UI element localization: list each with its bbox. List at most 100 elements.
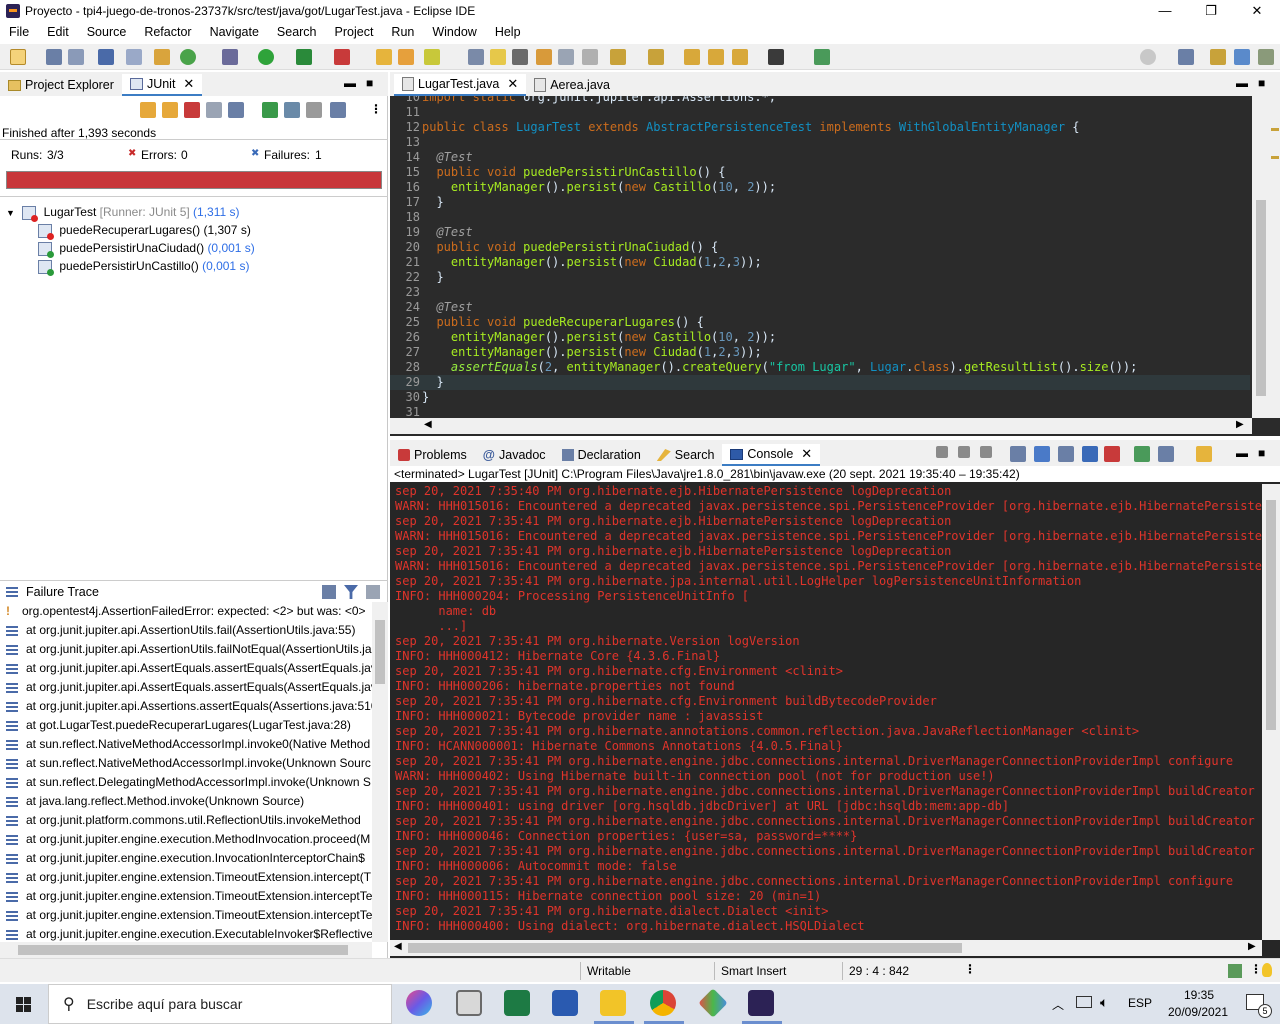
menu-run[interactable]: Run [382,22,423,42]
run-icon[interactable] [258,49,274,65]
scroll-left-icon[interactable]: ◀ [394,941,402,952]
code-line[interactable]: 21 entityManager().persist(new Ciudad(1,… [390,255,1250,270]
menu-refactor[interactable]: Refactor [135,22,200,42]
code-line[interactable]: 15 public void puedePersistirUnCastillo(… [390,165,1250,180]
tab-aerea-java[interactable]: Aerea.java [526,74,618,96]
code-line[interactable]: 16 entityManager().persist(new Castillo(… [390,180,1250,195]
clock-date[interactable]: 20/09/2021 [1162,1005,1234,1019]
java-ee-perspective-icon[interactable] [1210,49,1226,65]
filter-stack-icon[interactable] [322,585,336,599]
close-window-button[interactable]: ✕ [1234,0,1280,22]
code-line[interactable]: 18 [390,210,1250,225]
ruler-marker[interactable] [1271,156,1279,159]
status-menu-icon[interactable]: ⋮ [1250,962,1262,976]
stack-trace-row[interactable]: at sun.reflect.DelegatingMethodAccessorI… [0,773,372,792]
stack-trace-row[interactable]: at java.lang.reflect.Method.invoke(Unkno… [0,792,372,811]
scroll-right-icon[interactable]: ▶ [1236,419,1244,430]
code-line[interactable]: 27 entityManager().persist(new Ciudad(1,… [390,345,1250,360]
tree-item-puede-persistir-un-castillo[interactable]: puedePersistirUnCastillo() (0,001 s) [38,257,249,276]
stack-trace-row[interactable]: at sun.reflect.NativeMethodAccessorImpl.… [0,754,372,773]
tab-lugartest-java[interactable]: LugarTest.java ✕ [394,74,527,96]
close-icon[interactable]: ✕ [183,74,194,94]
scroll-thumb[interactable] [408,943,962,953]
start-button[interactable] [0,984,48,1024]
code-line[interactable]: 26 entityManager().persist(new Castillo(… [390,330,1250,345]
previous-failure-icon[interactable] [162,102,178,118]
prev-edit-icon[interactable] [648,49,664,65]
scroll-lock-icon[interactable] [1034,446,1050,462]
search-icon[interactable] [1140,49,1156,65]
highlight-icon[interactable] [490,49,506,65]
word-wrap-icon[interactable] [1058,446,1074,462]
menu-navigate[interactable]: Navigate [201,22,268,42]
chrome-app-icon[interactable] [650,990,676,1016]
code-line[interactable]: 17 } [390,195,1250,210]
open-type-icon[interactable] [376,49,392,65]
menu-project[interactable]: Project [326,22,383,42]
clock-time[interactable]: 19:35 [1174,988,1224,1002]
code-line[interactable]: 29 } [390,375,1250,390]
code-line[interactable]: 30} [390,390,1250,405]
code-area[interactable]: 10 import static org.junit.jupiter.api.As… [390,96,1252,418]
debug-perspective-icon[interactable] [1258,49,1274,65]
open-console-icon[interactable] [1196,446,1212,462]
minimize-view-icon[interactable]: ▬ [1236,446,1248,460]
block-select-icon[interactable] [512,49,528,65]
chevron-down-icon[interactable]: ▼ [6,208,15,218]
code-line[interactable]: 11 [390,105,1250,120]
save-all-icon[interactable] [68,49,84,65]
maximize-view-icon[interactable]: ■ [366,76,373,90]
console-vscrollbar[interactable] [1262,484,1280,940]
debug-icon[interactable] [222,49,238,65]
console-output[interactable]: sep 20, 2021 7:35:40 PM org.hibernate.ej… [390,484,1262,940]
calculator-app-icon[interactable] [456,990,482,1016]
code-line[interactable]: 25 public void puedeRecuperarLugares() { [390,315,1250,330]
code-line[interactable]: 12 public class LugarTest extends Abstrac… [390,120,1250,135]
excel-app-icon[interactable] [504,990,530,1016]
pin-editor-icon[interactable] [814,49,830,65]
tab-javadoc[interactable]: @ Javadoc [475,444,554,466]
volume-icon[interactable]: 🔈︎ [1100,994,1108,1011]
chevron-up-icon[interactable]: ︿ [1052,996,1064,1013]
display-console-icon[interactable] [1158,446,1174,462]
scroll-thumb[interactable] [375,620,385,684]
stack-trace-row[interactable]: at org.junit.platform.commons.util.Refle… [0,811,372,830]
terminal-icon[interactable] [98,49,114,65]
maximize-view-icon[interactable]: ■ [1258,76,1265,90]
paragraph-icon[interactable] [582,49,598,65]
menu-window[interactable]: Window [423,22,485,42]
show-whitespace-icon[interactable] [558,49,574,65]
eclipse-app-icon[interactable] [748,990,774,1016]
code-line[interactable]: 22 } [390,270,1250,285]
rerun-test-icon[interactable] [262,102,278,118]
scroll-left-icon[interactable]: ◀ [424,419,432,430]
tree-item-puede-recuperar-lugares[interactable]: puedeRecuperarLugares() (1,307 s) [38,221,251,240]
stack-trace-row[interactable]: at sun.reflect.NativeMethodAccessorImpl.… [0,735,372,754]
external-tools-icon[interactable] [334,49,350,65]
next-annotation-icon[interactable] [536,49,552,65]
test-run-history-icon[interactable] [330,102,346,118]
save-icon[interactable] [46,49,62,65]
tab-declaration[interactable]: Declaration [554,444,649,466]
code-line[interactable]: 23 [390,285,1250,300]
remove-all-terminated-icon[interactable] [980,446,992,458]
maximize-view-icon[interactable]: ■ [1258,446,1265,460]
ruler-marker[interactable] [1271,128,1279,131]
back-icon[interactable] [732,49,748,65]
failure-trace-hscrollbar[interactable] [0,942,372,958]
word-app-icon[interactable] [552,990,578,1016]
skip-breakpoints-icon[interactable] [126,49,142,65]
restore-button[interactable]: ❐ [1188,0,1234,22]
tab-problems[interactable]: Problems [390,444,475,466]
scroll-thumb[interactable] [1266,500,1276,730]
rerun-failed-first-icon[interactable] [284,102,300,118]
stack-trace-row[interactable]: ! org.opentest4j.AssertionFailedError: ex… [0,602,372,621]
code-line[interactable]: 13 [390,135,1250,150]
java-perspective-icon[interactable] [1234,49,1250,65]
forward-icon[interactable] [768,49,784,65]
minimize-button[interactable]: — [1142,0,1188,22]
stack-trace-row[interactable]: at org.junit.jupiter.api.AssertEquals.as… [0,659,372,678]
code-line[interactable]: 28 assertEquals(2, entityManager().creat… [390,360,1250,375]
open-task-icon[interactable] [398,49,414,65]
close-icon[interactable]: ✕ [507,74,518,94]
